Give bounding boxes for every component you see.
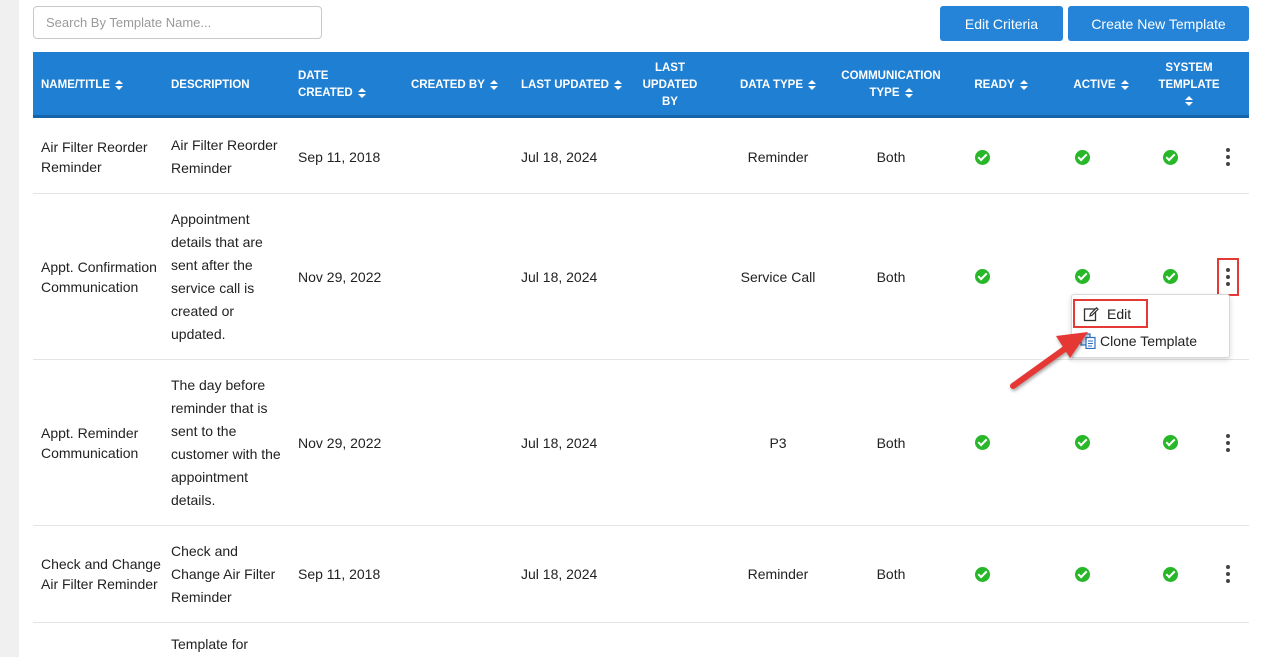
column-header-date-created[interactable]: DATE CREATED (298, 52, 378, 118)
sort-icon[interactable] (357, 87, 366, 98)
created-by (411, 194, 511, 359)
template-name[interactable]: Appt. Confirmation Communication (41, 194, 163, 359)
ready-check-icon (974, 269, 990, 284)
column-header-label: LAST UPDATED (521, 78, 609, 91)
column-header-description: DESCRIPTION (171, 52, 291, 118)
column-header-active[interactable]: ACTIVE (1051, 52, 1151, 118)
template-name[interactable]: Air Filter Reorder Reminder (41, 121, 163, 193)
kebab-menu-icon[interactable] (1218, 559, 1238, 589)
created-by (411, 360, 511, 525)
table-row[interactable]: Air Filter Reorder Reminder Air Filter R… (33, 121, 1249, 194)
date-created: Nov 29, 2022 (298, 434, 382, 451)
template-description: Template for (171, 636, 249, 652)
arrow-annotation (1010, 332, 1088, 389)
column-header-last-updated-by: LAST UPDATED BY (637, 52, 703, 118)
last-updated-by (637, 194, 703, 359)
template-description: Check and Change Air Filter Reminder (171, 542, 276, 605)
last-updated-by (637, 526, 703, 622)
column-header-created-by[interactable]: CREATED BY (411, 52, 511, 118)
column-header-label: SYSTEM TEMPLATE (1158, 60, 1220, 111)
column-header-label: DATA TYPE (739, 78, 804, 91)
system-template-check-icon (1162, 269, 1178, 284)
last-updated-by (637, 360, 703, 525)
last-updated: Jul 18, 2024 (521, 268, 598, 285)
sort-icon[interactable] (1120, 80, 1129, 90)
system-template-check-icon (1162, 149, 1178, 165)
kebab-menu-icon[interactable] (1218, 142, 1238, 172)
date-created: Nov 29, 2022 (298, 268, 382, 285)
active-check-icon (1074, 269, 1090, 284)
ready-check-icon (974, 435, 990, 450)
created-by (411, 526, 511, 622)
system-template-check-icon (1162, 566, 1178, 582)
column-header-label: READY (974, 78, 1015, 91)
template-description: Air Filter Reorder Reminder (171, 137, 278, 176)
sort-icon[interactable] (1185, 96, 1193, 107)
column-header-label: LAST UPDATED BY (642, 61, 698, 108)
data-type: Reminder (747, 566, 809, 582)
column-header-data-type[interactable]: DATA TYPE (713, 52, 843, 118)
last-updated-by (637, 121, 703, 193)
ready-check-icon (974, 149, 990, 165)
template-name[interactable]: Check and Change Air Filter Reminder (41, 526, 163, 622)
create-new-template-button[interactable]: Create New Template (1068, 6, 1249, 41)
date-created: Sep 11, 2018 (298, 149, 381, 165)
active-check-icon (1074, 149, 1090, 165)
active-check-icon (1074, 566, 1090, 582)
date-created: Sep 11, 2018 (298, 566, 381, 582)
column-header-label: DESCRIPTION (171, 78, 250, 91)
column-header-name[interactable]: NAME/TITLE (41, 52, 163, 118)
last-updated: Jul 18, 2024 (521, 149, 598, 165)
data-type: Reminder (747, 149, 809, 165)
column-header-system-template[interactable]: SYSTEM TEMPLATE (1139, 52, 1239, 118)
system-template-check-icon (1162, 435, 1178, 450)
search-input[interactable] (33, 6, 322, 39)
sort-icon[interactable] (808, 80, 817, 90)
template-name[interactable]: Appt. Reminder Communication (41, 360, 163, 525)
sort-icon[interactable] (904, 87, 913, 98)
sort-icon[interactable] (1019, 80, 1028, 90)
kebab-menu-icon[interactable] (1217, 257, 1239, 296)
edit-label: Edit (1107, 305, 1132, 322)
edit-criteria-button[interactable]: Edit Criteria (940, 6, 1063, 41)
column-header-label: ACTIVE (1073, 78, 1116, 91)
clone-template-label: Clone Template (1100, 333, 1198, 349)
column-header-last-updated[interactable]: LAST UPDATED (521, 52, 631, 118)
column-header-label: CREATED BY (411, 78, 485, 91)
column-header-label: DATE CREATED (298, 68, 366, 102)
table-row[interactable]: Template for (33, 623, 1249, 657)
data-type: P3 (769, 434, 787, 451)
table-row[interactable]: Check and Change Air Filter Reminder Che… (33, 526, 1249, 623)
column-header-ready[interactable]: READY (951, 52, 1051, 118)
last-updated: Jul 18, 2024 (521, 434, 598, 451)
table-header: NAME/TITLE DESCRIPTION DATE CREATED CREAT… (33, 52, 1249, 118)
column-header-communication-type[interactable]: COMMUNICATION TYPE (828, 52, 954, 118)
sort-icon[interactable] (489, 80, 498, 90)
ready-check-icon (974, 566, 990, 582)
template-description: The day before reminder that is sent to … (171, 376, 281, 508)
column-header-label: NAME/TITLE (41, 78, 110, 91)
active-check-icon (1074, 435, 1090, 450)
column-header-label: COMMUNICATION TYPE (841, 70, 941, 99)
template-description: Appointment details that are sent after … (171, 210, 263, 342)
sort-icon[interactable] (115, 80, 123, 90)
data-type: Service Call (740, 268, 816, 285)
kebab-menu-icon[interactable] (1218, 428, 1238, 458)
sort-icon[interactable] (613, 80, 622, 90)
created-by (411, 121, 511, 193)
templates-page: Edit Criteria Create New Template NAME/T… (19, 0, 1270, 657)
last-updated: Jul 18, 2024 (521, 566, 598, 582)
